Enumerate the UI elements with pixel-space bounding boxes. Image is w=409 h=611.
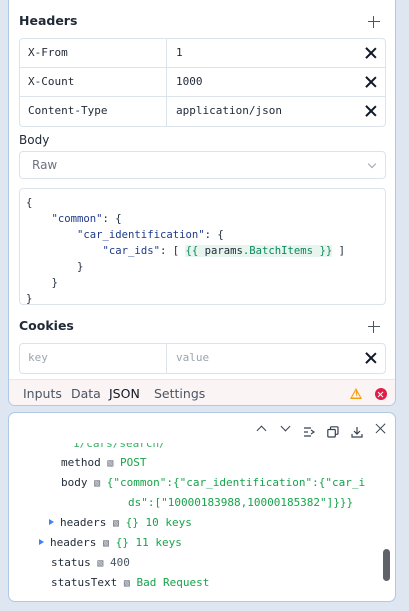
request-config-panel: Headers X-From 1 X-Count 1000 Content-Ty… <box>8 0 396 406</box>
expand-triangle-icon <box>49 519 54 525</box>
header-row: X-Count 1000 <box>20 68 385 97</box>
header-value-input[interactable]: 1000 <box>176 68 203 96</box>
tree-value: 1/cars/search/ <box>73 437 166 450</box>
tab-data[interactable]: Data <box>71 386 101 401</box>
cookie-value-input[interactable]: value <box>176 344 209 373</box>
string-type-icon: ▧ <box>107 458 114 469</box>
expand-triangle-icon <box>39 539 44 545</box>
tab-settings[interactable]: Settings <box>154 386 205 401</box>
body-type-select[interactable]: Raw <box>19 151 386 179</box>
code-line: "car_identification": { <box>77 229 224 241</box>
string-type-icon: ▧ <box>94 478 101 489</box>
body-title: Body <box>19 133 50 147</box>
code-line: "car_ids": [ {{ params.BatchItems }} ] <box>102 245 345 257</box>
json-tree: 1/cars/search/ method ▧ POST body ▧ {"co… <box>9 413 395 601</box>
body-code-editor[interactable]: { "common": { "car_identification": { "c… <box>19 188 386 305</box>
tab-bar: Inputs Data JSON Settings ! <box>9 379 395 405</box>
tab-inputs[interactable]: Inputs <box>23 386 62 401</box>
json-output-panel: 1/cars/search/ method ▧ POST body ▧ {"co… <box>8 412 396 602</box>
scrollbar-thumb[interactable] <box>383 549 390 581</box>
tree-row: body ▧ {"common":{"car_identification":{… <box>61 476 366 489</box>
code-line: } <box>77 261 84 273</box>
add-header-plus-icon[interactable] <box>367 15 381 29</box>
code-line: "common": { <box>51 213 122 225</box>
code-line: } <box>51 277 58 289</box>
object-type-icon: ▧ <box>102 538 110 549</box>
remove-header-close-icon[interactable] <box>365 76 377 88</box>
headers-title: Headers <box>19 13 78 28</box>
tree-row: statusText ▧ Bad Request <box>51 576 210 589</box>
tree-row: method ▧ POST <box>61 456 147 469</box>
headers-table: X-From 1 X-Count 1000 Content-Type appli… <box>19 38 386 127</box>
tree-value-continued: ds":["10000183988,10000185382"]}}} <box>128 496 354 509</box>
error-icon[interactable] <box>375 388 387 400</box>
header-key-input[interactable]: X-Count <box>20 68 167 96</box>
tree-row-headers-inner[interactable]: headers ▧ {} 10 keys <box>49 516 192 531</box>
header-key-input[interactable]: Content-Type <box>20 97 167 126</box>
tree-row-headers[interactable]: headers ▧ {} 11 keys <box>39 536 182 551</box>
remove-header-close-icon[interactable] <box>365 47 377 59</box>
code-line: { <box>26 197 33 209</box>
tab-json[interactable]: JSON <box>109 386 140 401</box>
remove-cookie-close-icon[interactable] <box>365 352 377 364</box>
body-type-value: Raw <box>32 158 58 172</box>
number-type-icon: ▧ <box>97 558 104 569</box>
chevron-down-icon <box>367 159 377 169</box>
cookies-title: Cookies <box>19 318 74 333</box>
remove-header-close-icon[interactable] <box>365 105 377 117</box>
tree-row: status ▧ 400 <box>51 556 130 569</box>
cookies-table: key value <box>19 343 386 374</box>
cookie-row: key value <box>20 344 385 373</box>
string-type-icon: ▧ <box>123 578 130 589</box>
header-row: X-From 1 <box>20 39 385 68</box>
add-cookie-plus-icon[interactable] <box>367 320 381 334</box>
cookie-key-input[interactable]: key <box>20 344 167 373</box>
code-line: } <box>26 293 33 305</box>
header-row: Content-Type application/json <box>20 97 385 126</box>
header-key-input[interactable]: X-From <box>20 39 167 67</box>
object-type-icon: ▧ <box>112 518 120 529</box>
header-value-input[interactable]: application/json <box>176 97 282 126</box>
header-value-input[interactable]: 1 <box>176 39 183 67</box>
